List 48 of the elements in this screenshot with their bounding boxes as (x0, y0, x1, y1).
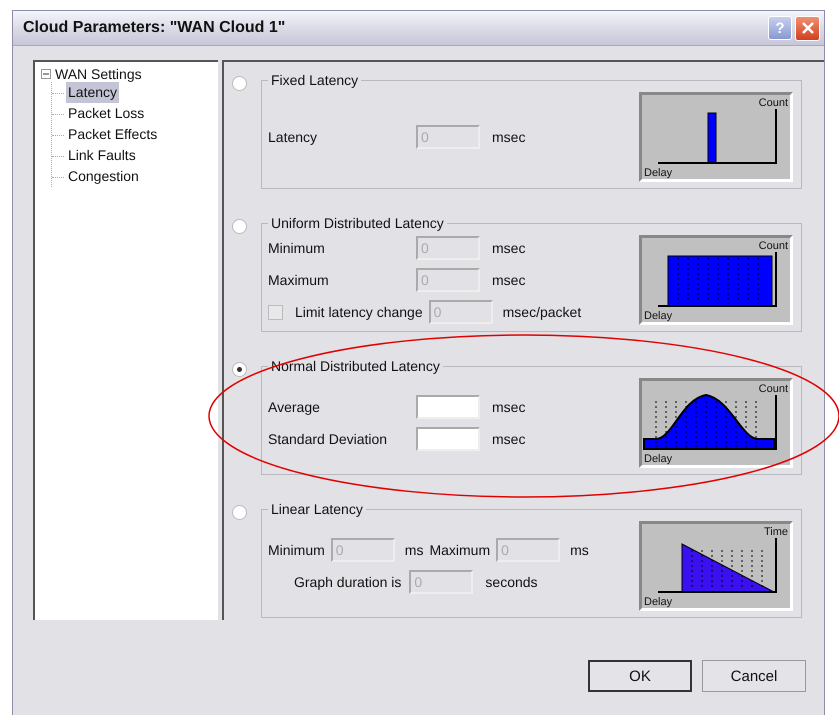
close-icon (800, 21, 814, 35)
unit-label: seconds (485, 574, 538, 590)
close-button[interactable] (795, 16, 820, 40)
group-title: Uniform Distributed Latency (270, 215, 445, 231)
tree-item[interactable]: Link Faults (66, 145, 138, 166)
axis-label: Delay (644, 167, 672, 179)
unit-label: msec (492, 431, 526, 447)
group-title: Normal Distributed Latency (270, 358, 441, 374)
input-field[interactable] (416, 395, 480, 419)
field-label: Latency (268, 129, 318, 145)
axis-label: Delay (644, 453, 672, 465)
tree-item[interactable]: Packet Effects (66, 124, 160, 145)
field-label: Graph duration is (294, 574, 402, 590)
field-label: Minimum (268, 542, 325, 558)
group-title: Linear Latency (270, 501, 364, 517)
field-label: Minimum (268, 240, 326, 256)
unit-label: ms (404, 542, 424, 558)
unit-label: msec (492, 240, 526, 256)
field-label: Average (268, 399, 321, 415)
radio-button[interactable] (232, 76, 247, 91)
radio-button[interactable] (232, 362, 247, 377)
group-title: Fixed Latency (270, 72, 360, 88)
field-label: Maximum (268, 272, 330, 288)
axis-label: Count (758, 97, 788, 109)
collapse-icon[interactable] (41, 69, 51, 79)
tree-item[interactable]: Congestion (66, 166, 141, 187)
unit-label: ms (570, 542, 589, 558)
window-title: Cloud Parameters: "WAN Cloud 1" (23, 19, 286, 37)
unit-label: msec (492, 272, 526, 288)
unit-label: msec/packet (502, 304, 582, 320)
checkbox-label: Limit latency change (295, 304, 423, 320)
input-field[interactable] (416, 427, 480, 451)
radio-button[interactable] (232, 219, 247, 234)
axis-label: Time (764, 526, 788, 538)
axis-label: Count (758, 383, 788, 395)
tree-item[interactable]: Latency (66, 82, 120, 103)
field-label: Maximum (429, 542, 490, 558)
axis-label: Delay (644, 596, 672, 608)
radio-button[interactable] (232, 505, 247, 520)
axis-label: Delay (644, 310, 672, 322)
dialog-button[interactable]: OK (588, 660, 692, 692)
unit-label: msec (492, 399, 526, 415)
dialog-button[interactable]: Cancel (702, 660, 806, 692)
tree-item[interactable]: Packet Loss (66, 103, 146, 124)
axis-label: Count (758, 240, 788, 252)
unit-label: msec (492, 129, 526, 145)
tree-item[interactable]: WAN Settings (55, 66, 142, 82)
field-label: Standard Deviation (268, 431, 388, 447)
